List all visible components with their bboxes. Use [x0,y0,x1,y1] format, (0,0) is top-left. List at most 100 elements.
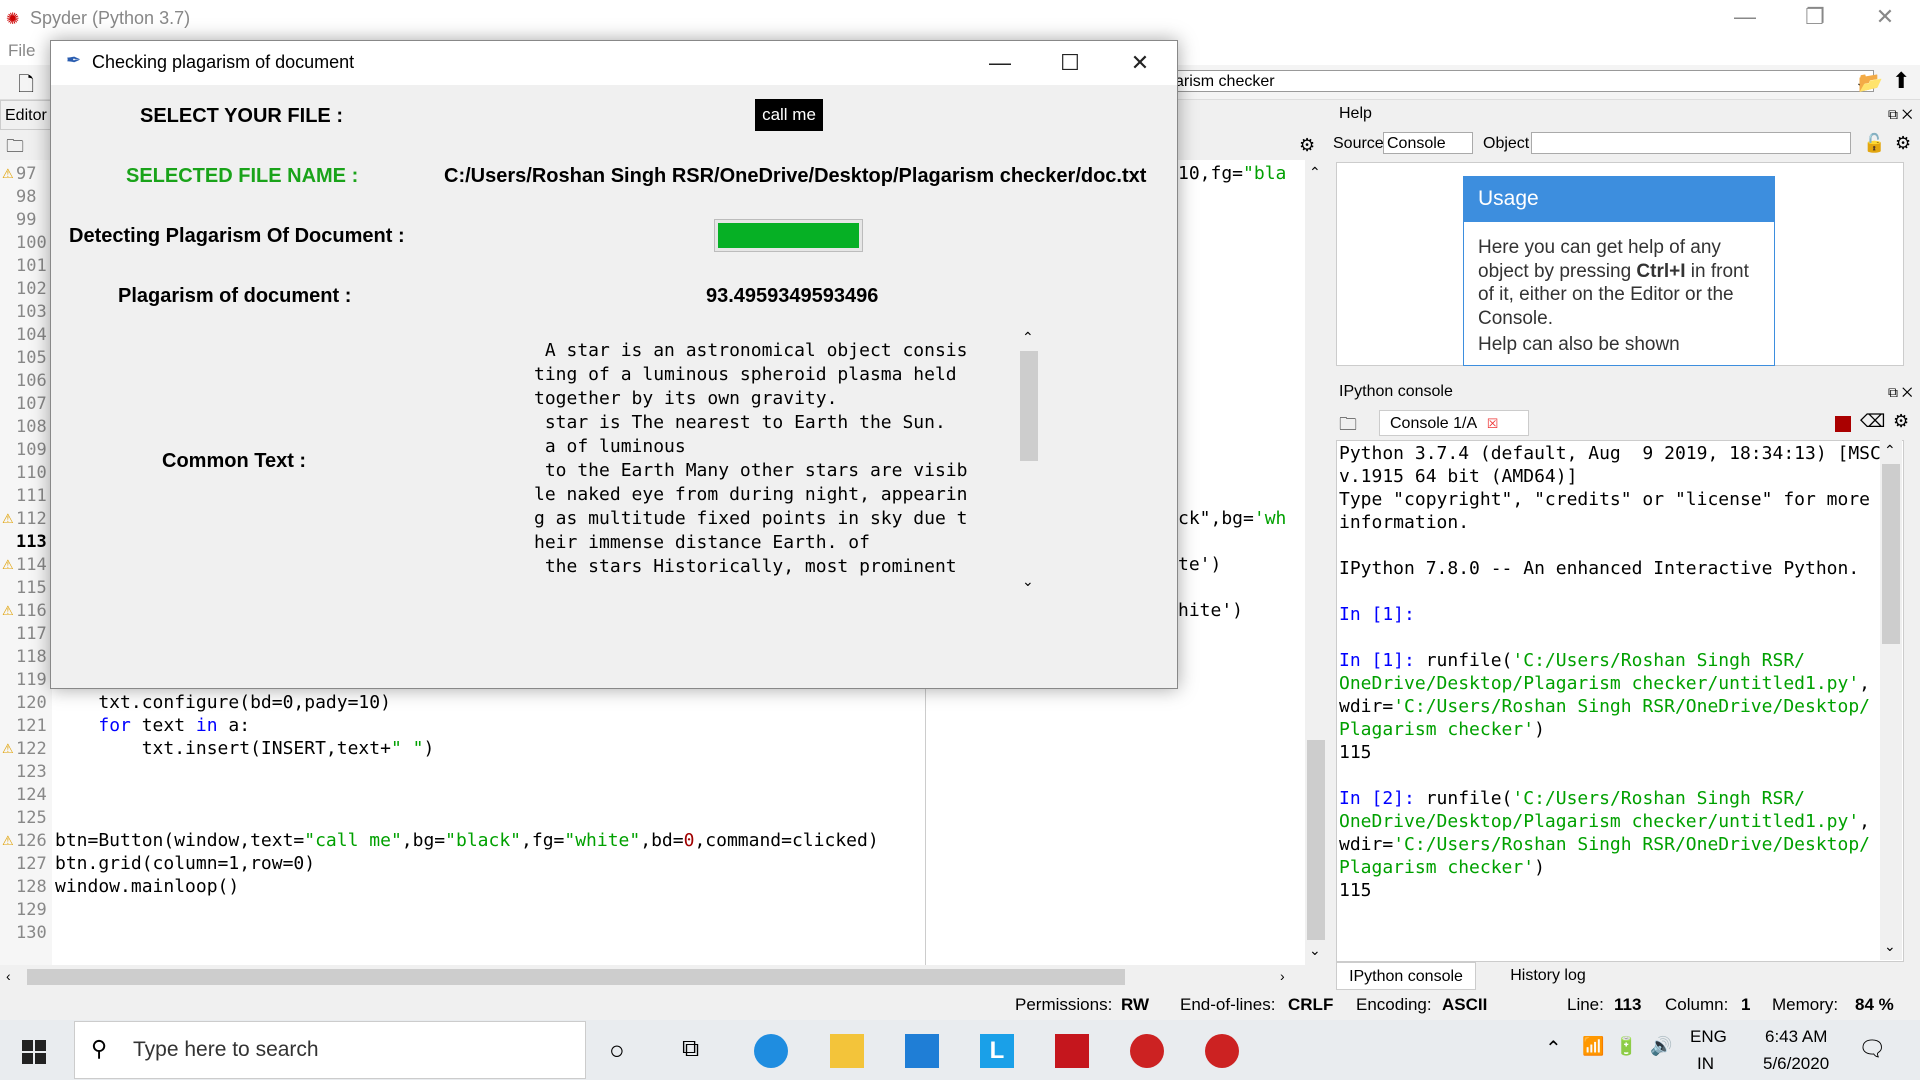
scroll-down-icon[interactable]: ⌄ [1022,573,1034,590]
gear-icon[interactable]: ⚙ [1299,135,1315,156]
help-toolbar: Source Console Object 🔓 ⚙ [1333,130,1920,160]
usage-title: Usage [1463,176,1775,222]
working-directory-combo[interactable]: arism checker ⌄ [1170,70,1874,92]
usage-text-3: Help can also be shown [1478,334,1680,355]
call-me-button[interactable]: call me [755,99,823,131]
editor-vertical-scrollbar[interactable]: ⌃ ⌄ [1305,160,1327,965]
notification-icon[interactable]: 🗨 [1858,1036,1886,1062]
undock-icon[interactable]: ⧉ ✕ [1888,100,1913,128]
code-text: ) [423,738,435,759]
menu-file[interactable]: File [8,41,35,61]
scroll-right-icon[interactable]: › [1280,968,1285,984]
console-bottom-tabs: IPython console History log [1333,962,1920,990]
browse-tabs-icon[interactable]: 🗀 [1339,412,1357,442]
gear-icon[interactable]: ⚙ [1893,411,1909,432]
tab-ipython-console[interactable]: IPython console [1336,962,1476,990]
dialog-maximize-button[interactable]: ☐ [1035,41,1105,85]
wifi-icon[interactable]: 📶 [1582,1036,1604,1057]
cortana-icon[interactable]: ○ [609,1035,625,1066]
object-input[interactable] [1531,132,1851,154]
scroll-down-icon[interactable]: ⌄ [1884,938,1896,955]
clock-date[interactable]: 5/6/2020 [1763,1054,1829,1074]
console-vertical-scrollbar[interactable]: ⌃ ⌄ [1880,440,1902,960]
line-number: 113 [16,532,47,552]
gear-icon[interactable]: ⚙ [1895,133,1911,154]
close-button[interactable]: ✕ [1850,0,1920,37]
maximize-button[interactable]: ❐ [1780,0,1850,37]
encoding-value: ASCII [1442,995,1488,1014]
warning-icon[interactable]: ⚠ [2,166,14,182]
task-view-icon[interactable]: ⧉ [682,1035,699,1063]
warning-icon[interactable]: ⚠ [2,603,14,619]
stop-icon[interactable] [1835,416,1851,432]
code-text: ,fg= [521,830,565,851]
common-text-label: Common Text : [162,450,307,472]
spyder-titlebar: ✺ Spyder (Python 3.7) — ❐ ✕ [0,0,1920,37]
taskbar-search-box[interactable]: ⚲ Type here to search [74,1021,586,1079]
volume-icon[interactable]: 🔊 [1650,1036,1672,1057]
mcafee-icon[interactable] [1055,1034,1089,1068]
console-text: , [1859,673,1871,694]
line-number: 108 [16,417,47,437]
ipython-pane-title: IPython console [1339,383,1453,400]
console-prompt: In [1]: [1339,604,1415,625]
common-text-scroll-thumb[interactable] [1020,351,1038,461]
console-scroll-thumb[interactable] [1882,464,1900,644]
chevron-up-icon[interactable]: ⌃ [1545,1036,1562,1061]
mail-icon[interactable] [905,1034,939,1068]
editor-scroll-thumb[interactable] [1307,740,1325,940]
warning-icon[interactable]: ⚠ [2,557,14,573]
prompt: In [1]: [1339,604,1415,625]
language-primary[interactable]: ENG [1690,1027,1727,1047]
clock-time[interactable]: 6:43 AM [1765,1027,1827,1047]
feather-icon: ✒ [66,50,82,70]
code-string: "black" [445,830,522,851]
battery-icon[interactable]: 🔋 [1615,1036,1637,1057]
line-number: 110 [16,463,47,483]
ipython-pane-header: IPython console ⧉ ✕ [1333,378,1920,406]
minimize-button[interactable]: — [1710,0,1780,37]
line-number: 98 [16,187,37,207]
console-text: ) [1534,719,1545,740]
tab-console-1a[interactable]: Console 1/A ☒ [1379,410,1529,436]
scroll-up-icon[interactable]: ⌃ [1884,442,1896,459]
scroll-up-icon[interactable]: ⌃ [1022,329,1034,346]
scroll-up-icon[interactable]: ⌃ [1309,164,1321,181]
prompt: In [2]: [1339,788,1415,809]
app-l-icon[interactable]: L [980,1034,1014,1068]
editor-horizontal-scrollbar[interactable]: ‹ › [0,966,1327,988]
column-label: Column: [1665,995,1729,1014]
lock-icon[interactable]: 🔓 [1863,133,1885,154]
code-text: a: [217,715,251,736]
start-button[interactable] [22,1040,46,1064]
tab-history-log[interactable]: History log [1488,962,1608,990]
dialog-minimize-button[interactable]: — [965,41,1035,85]
python-tk-taskbar-icon[interactable] [1205,1034,1239,1068]
search-icon: ⚲ [91,1036,108,1061]
editor-hscroll-thumb[interactable] [27,969,1125,985]
line-number: 122 [16,739,47,759]
line-number: 105 [16,348,47,368]
warning-icon[interactable]: ⚠ [2,833,14,849]
scroll-down-icon[interactable]: ⌄ [1309,942,1321,959]
edge-icon[interactable] [754,1034,788,1068]
spyder-taskbar-icon[interactable] [1130,1034,1164,1068]
language-region[interactable]: IN [1697,1054,1714,1074]
source-select[interactable]: Console [1383,132,1473,154]
parent-directory-icon[interactable]: ⬆ [1892,68,1910,94]
undock-icon[interactable]: ⧉ ✕ [1888,378,1913,406]
warning-icon[interactable]: ⚠ [2,741,14,757]
eraser-icon[interactable]: ⌫ [1860,411,1885,432]
scroll-left-icon[interactable]: ‹ [6,968,11,984]
warning-icon[interactable]: ⚠ [2,511,14,527]
status-bar: Permissions: RW End-of-lines: CRLF Encod… [0,990,1920,1020]
file-explorer-icon[interactable] [830,1034,864,1068]
browse-folder-icon[interactable]: 📂 [1858,70,1883,95]
line-number: 123 [16,762,47,782]
new-file-icon[interactable]: 🗋 [18,70,34,104]
dialog-close-button[interactable]: ✕ [1105,41,1175,85]
close-tab-icon[interactable]: ☒ [1487,416,1499,431]
line-number: 128 [16,877,47,897]
split-code-fragment: ck",bg='wh [1178,508,1286,529]
memory-value: 84 % [1855,995,1894,1014]
